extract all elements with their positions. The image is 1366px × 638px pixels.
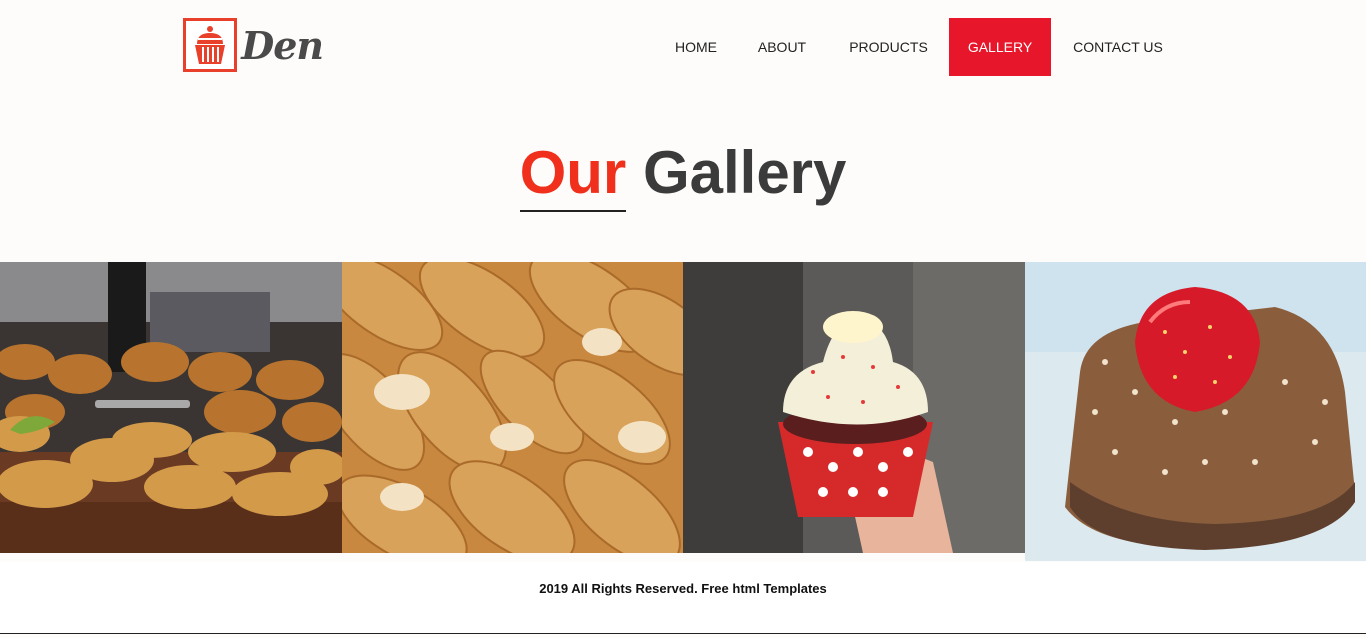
cupcake-icon	[183, 18, 238, 72]
gallery-image-cupcake[interactable]	[683, 262, 1025, 553]
nav-contact-us[interactable]: CONTACT US	[1051, 18, 1185, 76]
gallery-grid	[0, 262, 1366, 562]
nav-home[interactable]: HOME	[656, 18, 736, 76]
page-title-rest: Gallery	[642, 139, 847, 206]
copyright-text: 2019 All Rights Reserved. Free html Temp…	[539, 581, 827, 596]
site-header: Den HOME ABOUT PRODUCTS GALLERY CONTACT …	[0, 0, 1366, 94]
page-title: Our Gallery	[519, 138, 847, 212]
gallery-image-bread-rolls[interactable]	[342, 262, 683, 553]
nav-products[interactable]: PRODUCTS	[828, 18, 949, 76]
main-nav: HOME ABOUT PRODUCTS GALLERY CONTACT US	[656, 18, 1185, 76]
nav-about[interactable]: ABOUT	[736, 18, 828, 76]
gallery-image-pastries[interactable]	[0, 262, 342, 553]
brand-logo[interactable]: Den	[183, 17, 324, 73]
site-footer: 2019 All Rights Reserved. Free html Temp…	[0, 562, 1366, 634]
page-title-accent: Our	[519, 139, 627, 212]
page-heading: Our Gallery	[0, 138, 1366, 212]
gallery-image-strawberry-cake[interactable]	[1025, 262, 1366, 561]
brand-name: Den	[241, 22, 324, 68]
nav-gallery[interactable]: GALLERY	[949, 18, 1051, 76]
